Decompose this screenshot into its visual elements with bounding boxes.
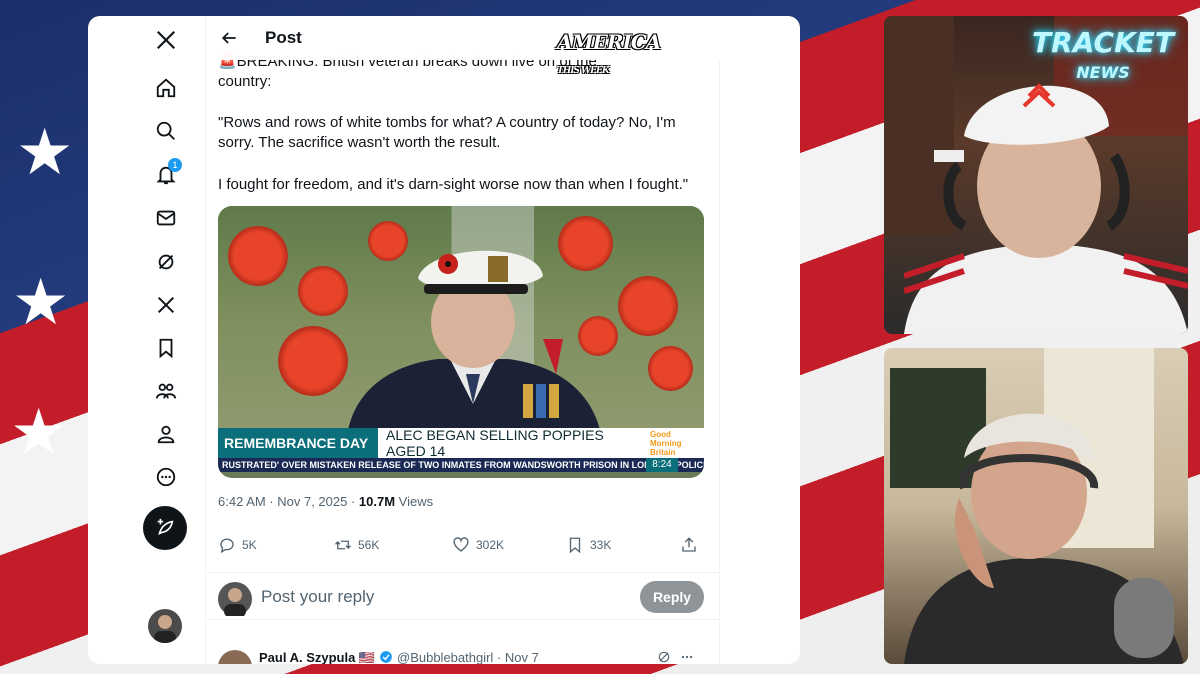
page-title: Post [265, 28, 302, 47]
bookmark-action[interactable]: 33K [566, 536, 611, 554]
x-logo-icon[interactable] [152, 26, 180, 54]
repost-action[interactable]: 56K [334, 536, 379, 554]
gmb-logo: Good Morning Britain [650, 430, 682, 457]
reply-author-name[interactable]: Paul A. Szypula 🇺🇸 [259, 650, 375, 664]
flag-star: ★ [12, 266, 70, 338]
tweet-timestamp[interactable]: 6:42 AM · Nov 7, 2025 · [218, 494, 359, 509]
reply-preview[interactable]: Paul A. Szypula 🇺🇸 @Bubblebathgirl · Nov… [207, 644, 720, 664]
tweet-closing: I fought for freedom, and it's darn-sigh… [218, 176, 689, 193]
reply-author-avatar[interactable] [218, 650, 252, 664]
notification-badge: 1 [168, 158, 182, 172]
poppy-flower [618, 276, 678, 336]
gmb-line2: Morning [650, 439, 682, 448]
gmb-line1: Good [650, 430, 671, 439]
communities-icon[interactable] [152, 377, 180, 405]
neon-sign-line1: TRACKET [1032, 26, 1174, 59]
poppy-flower [228, 226, 288, 286]
account-avatar[interactable] [148, 609, 182, 643]
grok-icon[interactable] [152, 248, 180, 276]
broadcast-clock: 8:24 [646, 458, 678, 472]
repost-count: 56K [358, 538, 380, 552]
repost-icon [335, 540, 351, 550]
profile-icon[interactable] [152, 420, 180, 448]
gmb-line3: Britain [650, 448, 676, 457]
bookmark-icon [569, 537, 581, 554]
back-arrow-icon[interactable] [219, 28, 239, 48]
host-1-person [904, 83, 1188, 334]
like-count: 302K [476, 538, 505, 552]
poppy-flower [648, 346, 693, 391]
tweet-meta: 6:42 AM · Nov 7, 2025 · 10.7M Views [218, 494, 433, 509]
reply-composer: Post your reply Reply [207, 572, 720, 620]
news-lower-third: REMEMBRANCE DAY ALEC BEGAN SELLING POPPI… [218, 427, 704, 459]
like-action[interactable]: 302K [452, 536, 504, 554]
tweet-video[interactable]: REMEMBRANCE DAY ALEC BEGAN SELLING POPPI… [218, 206, 704, 478]
banner-label-left: REMEMBRANCE DAY [218, 428, 378, 458]
nav-rail: 1 [88, 16, 206, 664]
reply-author-handle[interactable]: @Bubblebathgirl · Nov 7 [397, 650, 539, 664]
flag-star: ★ [10, 396, 68, 468]
verified-badge-icon [380, 651, 392, 663]
video-frame: ★ ★ ★ 1 🚨BREAKING: British veteran break… [0, 0, 1200, 674]
logo-line1: AMERICA [557, 30, 661, 54]
reply-count: 5K [242, 538, 257, 552]
reply-input[interactable]: Post your reply [261, 587, 374, 607]
logo-line2: THIS WEEK [557, 66, 610, 76]
heart-icon [453, 537, 469, 552]
search-icon[interactable] [152, 117, 180, 145]
more-icon[interactable] [152, 463, 180, 491]
share-icon [682, 537, 696, 552]
bookmarks-icon[interactable] [152, 334, 180, 362]
host-2-person [904, 413, 1184, 664]
home-icon[interactable] [152, 74, 180, 102]
user-avatar [218, 582, 252, 618]
banner-headline: ALEC BEGAN SELLING POPPIES AGED 14 [386, 427, 604, 459]
compose-post-button[interactable] [143, 506, 187, 550]
more-options-icon[interactable] [679, 650, 695, 664]
reply-button[interactable]: Reply [640, 581, 704, 613]
america-this-week-logo: AMERICA THIS WEEK [557, 30, 661, 78]
reply-icon [220, 538, 234, 554]
premium-x-icon[interactable] [152, 291, 180, 319]
post-column: 🚨BREAKING: British veteran breaks down l… [207, 16, 720, 664]
flag-star: ★ [16, 116, 74, 188]
webcam-host-1: TRACKET NEWS [884, 16, 1188, 334]
grok-icon[interactable] [657, 650, 671, 664]
bookmark-count: 33K [590, 538, 612, 552]
veteran-figure [348, 250, 600, 430]
feather-plus-icon [157, 518, 174, 536]
news-ticker: RUSTRATED' OVER MISTAKEN RELEASE OF TWO … [218, 458, 704, 472]
webcam-host-2 [884, 348, 1188, 664]
tweet-actions: 5K 56K 302K 33K [218, 536, 704, 560]
views-label: Views [395, 494, 434, 509]
views-count: 10.7M [358, 494, 396, 509]
reply-action[interactable]: 5K [218, 536, 257, 554]
tweet-quote: "Rows and rows of white tombs for what? … [218, 114, 676, 151]
x-post-window: 1 🚨BREAKING: British veteran breaks down… [88, 16, 800, 664]
share-action[interactable] [680, 536, 698, 554]
messages-icon[interactable] [152, 204, 180, 232]
